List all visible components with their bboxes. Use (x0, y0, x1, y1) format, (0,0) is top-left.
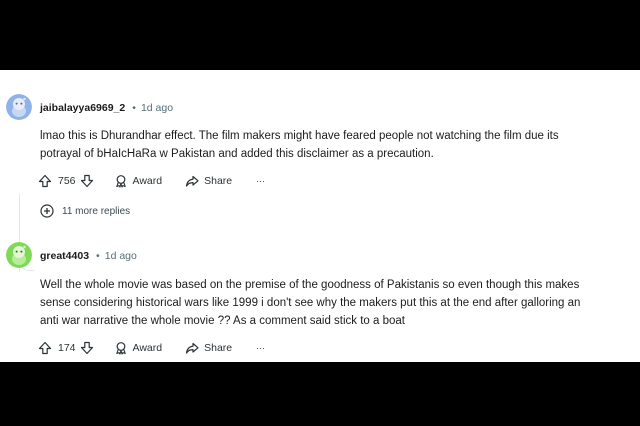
ellipsis-icon: ··· (256, 176, 266, 186)
award-label: Award (132, 175, 163, 187)
comment-text-line: anti war narrative the whole movie ?? As… (40, 315, 405, 327)
share-button[interactable]: Share (185, 341, 232, 355)
avatar[interactable] (6, 242, 32, 268)
username[interactable]: jaibalayya6969_2 (40, 102, 125, 114)
username[interactable]: great4403 (40, 250, 89, 262)
timestamp: 1d ago (104, 250, 137, 262)
share-label: Share (204, 342, 233, 354)
comment-header: jaibalayya6969_2 • 1d ago (40, 99, 173, 117)
upvote-arrow-icon (38, 174, 52, 188)
share-icon (186, 175, 199, 187)
comments-panel: jaibalayya6969_2 • 1d ago lmao this is D… (0, 70, 640, 362)
timestamp: 1d ago (140, 102, 174, 114)
downvote-button[interactable] (80, 174, 94, 188)
vote-controls: 756 (38, 174, 94, 188)
separator-dot: • (132, 102, 136, 114)
award-button[interactable]: Award (114, 174, 163, 188)
vote-count: 756 (58, 175, 76, 187)
ellipsis-icon: ··· (256, 343, 266, 353)
plus-circle-icon (40, 204, 54, 218)
comment-text-line: lmao this is Dhurandhar effect. The film… (40, 130, 559, 142)
avatar[interactable] (6, 94, 32, 120)
more-replies-label: 11 more replies (62, 205, 131, 217)
award-button[interactable]: Award (114, 341, 163, 355)
more-replies-link[interactable]: 11 more replies (40, 204, 130, 218)
more-options-button[interactable]: ··· (256, 343, 265, 353)
comment-header: great4403 • 1d ago (40, 247, 137, 265)
upvote-button[interactable] (38, 174, 52, 188)
share-button[interactable]: Share (185, 174, 232, 188)
upvote-arrow-icon (38, 341, 52, 355)
snoo-avatar-icon (6, 94, 32, 120)
snoo-avatar-icon (6, 242, 32, 268)
vote-count: 174 (58, 342, 76, 354)
award-label: Award (132, 342, 163, 354)
award-icon (115, 175, 126, 188)
vote-controls: 174 (38, 341, 94, 355)
separator-dot: • (96, 250, 100, 262)
downvote-button[interactable] (80, 341, 94, 355)
downvote-arrow-icon (80, 341, 93, 355)
comment-body: Well the whole movie was based on the pr… (40, 276, 632, 330)
comment-text-line: Well the whole movie was based on the pr… (40, 279, 580, 291)
comment-body: lmao this is Dhurandhar effect. The film… (40, 127, 632, 163)
more-options-button[interactable]: ··· (256, 176, 265, 186)
action-bar: 756 Award Share ··· (38, 172, 265, 190)
comment-text-line: potrayal of bHaIcHaRa w Pakistan and add… (40, 148, 434, 160)
share-label: Share (204, 175, 233, 187)
action-bar: 174 Award Share ··· (38, 339, 265, 357)
share-icon (186, 342, 199, 354)
comment-text-line: sense considering historical wars like 1… (40, 297, 581, 309)
upvote-button[interactable] (38, 341, 52, 355)
downvote-arrow-icon (80, 174, 93, 188)
award-icon (115, 342, 126, 355)
